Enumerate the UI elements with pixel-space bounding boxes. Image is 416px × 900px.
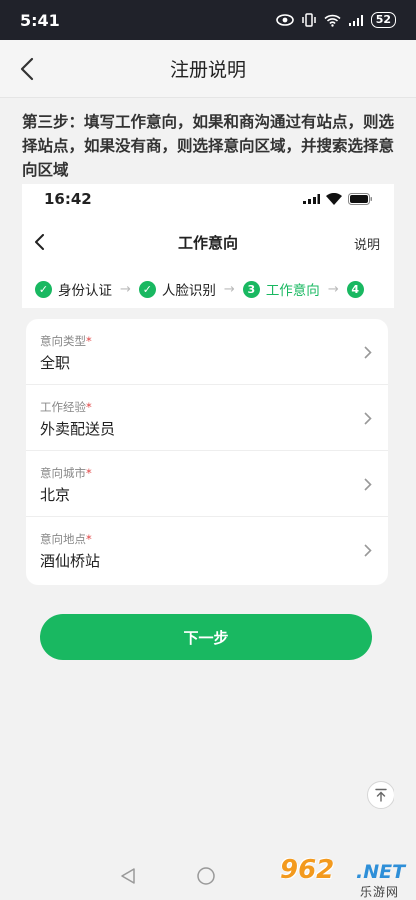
step-intention: 3 工作意向	[242, 279, 320, 299]
step-label: 人脸识别	[161, 283, 216, 299]
signal-icon	[348, 14, 364, 27]
ios-status-bar: 16:42	[22, 184, 394, 214]
field-value: 北京	[40, 486, 71, 504]
field-label: 工作经验*	[40, 400, 92, 414]
nav-title: 工作意向	[177, 233, 238, 252]
step-number: 3	[242, 280, 260, 298]
check-circle-icon: ✓	[138, 280, 156, 298]
field-value: 酒仙桥站	[40, 552, 101, 570]
back-icon[interactable]	[28, 230, 52, 254]
field-value: 全职	[40, 354, 71, 372]
embedded-screenshot: 16:42 工作意向 说明 ✓ 身份认证 → ✓ 人脸识别 → 3 工作意向 →…	[22, 184, 394, 856]
app-bar: 注册说明	[0, 40, 416, 98]
required-mark: *	[86, 466, 92, 480]
watermark-chinese: 乐游网	[360, 885, 400, 899]
step-description: 第三步：填写工作意向，如果和商沟通过有站点，则选择站点，如果没有商，则选择意向区…	[22, 113, 395, 179]
ios-nav-bar: 工作意向 说明	[22, 214, 394, 270]
battery-icon: 52	[370, 12, 396, 28]
triangle-back-icon[interactable]	[120, 867, 136, 889]
required-mark: *	[86, 400, 92, 414]
field-label: 意向地点*	[40, 532, 92, 546]
signal-icon	[302, 190, 320, 209]
progress-steps: ✓ 身份认证 → ✓ 人脸识别 → 3 工作意向 → 4	[22, 270, 394, 308]
wifi-icon	[324, 14, 341, 27]
chevron-right-icon	[364, 344, 372, 363]
watermark-number: 962	[280, 855, 335, 885]
required-mark: *	[86, 532, 92, 546]
ios-time: 16:42	[44, 190, 92, 208]
field-value: 外卖配送员	[40, 420, 116, 438]
form-row-city[interactable]: 意向城市* 北京	[26, 451, 388, 517]
arrow-up-to-top-icon[interactable]	[367, 781, 394, 809]
intention-form: 意向类型* 全职 工作经验* 外卖配送员 意向城市* 北京 意向地点* 酒仙桥站	[26, 319, 388, 585]
watermark-domain: .NET	[356, 861, 406, 883]
step-four: 4	[346, 280, 364, 298]
field-label: 意向城市*	[40, 466, 92, 480]
chevron-right-icon	[364, 476, 372, 495]
step-label: 身份认证	[58, 283, 112, 299]
step-arrow-icon: →	[327, 281, 339, 297]
status-time: 5:41	[20, 10, 60, 30]
form-row-type[interactable]: 意向类型* 全职	[26, 319, 388, 385]
step-number: 4	[346, 280, 364, 298]
step-face: ✓ 人脸识别	[138, 279, 216, 299]
step-identity: ✓ 身份认证	[35, 279, 112, 299]
step-arrow-icon: →	[223, 281, 235, 297]
step-arrow-icon: →	[120, 281, 131, 297]
wifi-icon	[326, 190, 342, 209]
step-label: 工作意向	[265, 283, 320, 299]
page-title: 注册说明	[169, 59, 246, 81]
field-label: 意向类型*	[40, 334, 92, 348]
battery-icon	[348, 190, 372, 209]
required-mark: *	[86, 334, 92, 348]
chevron-right-icon	[364, 410, 372, 429]
chevron-right-icon	[364, 542, 372, 561]
form-row-experience[interactable]: 工作经验* 外卖配送员	[26, 385, 388, 451]
check-circle-icon: ✓	[35, 280, 52, 298]
watermark-logo: 962 .NET 乐游网	[270, 855, 416, 900]
status-bar: 5:41 52	[0, 0, 416, 40]
back-icon[interactable]	[10, 52, 44, 86]
ios-status-icons	[302, 190, 372, 209]
status-icons: 52	[275, 12, 396, 28]
help-link[interactable]: 说明	[354, 234, 380, 253]
next-step-button[interactable]: 下一步	[40, 614, 372, 660]
form-row-location[interactable]: 意向地点* 酒仙桥站	[26, 517, 388, 583]
vibrate-icon	[301, 13, 317, 27]
circle-home-icon[interactable]	[196, 866, 216, 890]
eye-icon	[275, 14, 294, 26]
